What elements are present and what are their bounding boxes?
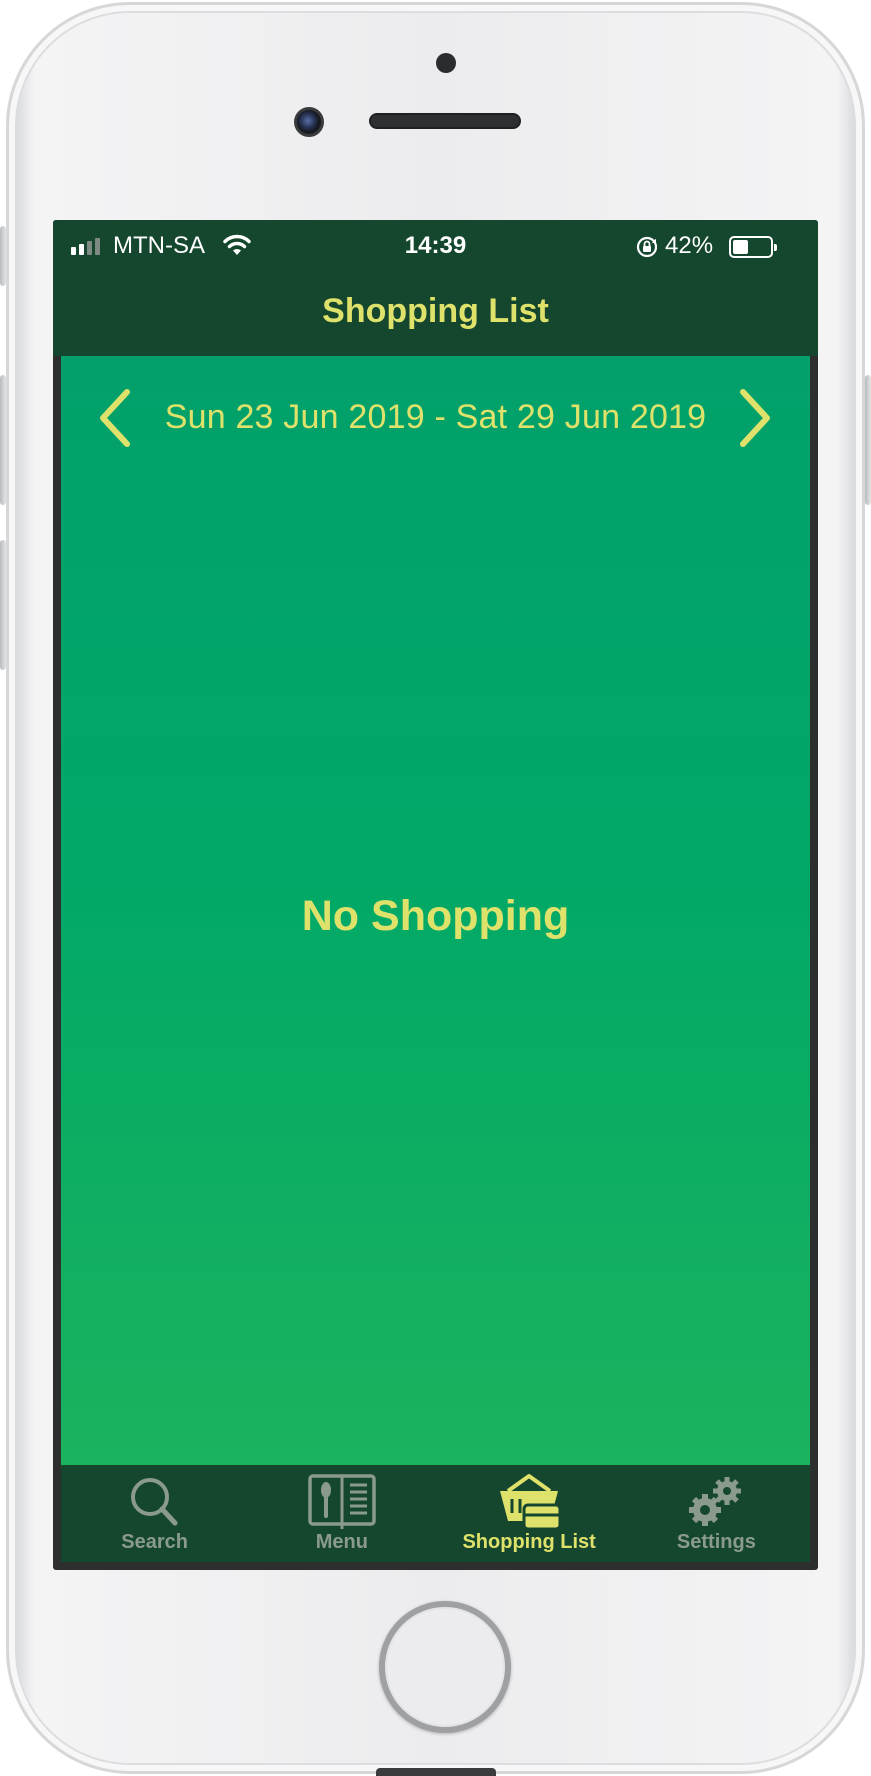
- app-screen: MTN-SA 14:39 42% Shopping List Sun 23 Ju…: [53, 220, 818, 1570]
- search-icon: [130, 1478, 178, 1526]
- mute-switch: [0, 226, 6, 286]
- tab-shopping-list[interactable]: Shopping List: [436, 1465, 623, 1562]
- next-week-button[interactable]: [721, 378, 791, 458]
- tab-search[interactable]: Search: [61, 1465, 248, 1562]
- tab-menu-label: Menu: [315, 1531, 368, 1553]
- rotation-lock-icon: [636, 236, 658, 258]
- battery-icon: [729, 236, 777, 258]
- shopping-basket-icon: [500, 1474, 562, 1531]
- navigation-bar: Shopping List: [53, 274, 818, 356]
- chevron-right-icon: [740, 389, 770, 447]
- bottom-port: [376, 1768, 496, 1776]
- tab-bar: Search Menu Shopping List Settings: [61, 1465, 810, 1562]
- status-bar: MTN-SA 14:39 42%: [53, 220, 818, 274]
- home-button[interactable]: [379, 1601, 511, 1733]
- earpiece-speaker: [369, 113, 521, 129]
- battery-percent-label: 42%: [665, 232, 714, 259]
- volume-up-button: [0, 375, 6, 505]
- front-camera: [294, 107, 324, 137]
- power-button: [865, 375, 871, 505]
- tab-shopping-list-label: Shopping List: [462, 1531, 596, 1553]
- tab-menu[interactable]: Menu: [248, 1465, 435, 1562]
- page-title: Shopping List: [322, 292, 549, 330]
- tab-search-label: Search: [121, 1531, 188, 1553]
- menu-book-icon: [308, 1474, 376, 1529]
- tab-settings-label: Settings: [676, 1531, 756, 1553]
- empty-state-message: No Shopping: [301, 892, 570, 940]
- week-selector: Sun 23 Jun 2019 - Sat 29 Jun 2019: [61, 378, 810, 458]
- tab-settings[interactable]: Settings: [623, 1465, 810, 1562]
- week-range-label: Sun 23 Jun 2019 - Sat 29 Jun 2019: [164, 398, 707, 436]
- gears-icon: [689, 1477, 742, 1526]
- battery-fill: [733, 240, 749, 254]
- volume-down-button: [0, 540, 6, 670]
- proximity-sensor: [436, 53, 456, 73]
- shopping-list-content: Sun 23 Jun 2019 - Sat 29 Jun 2019 No Sho…: [61, 356, 810, 1465]
